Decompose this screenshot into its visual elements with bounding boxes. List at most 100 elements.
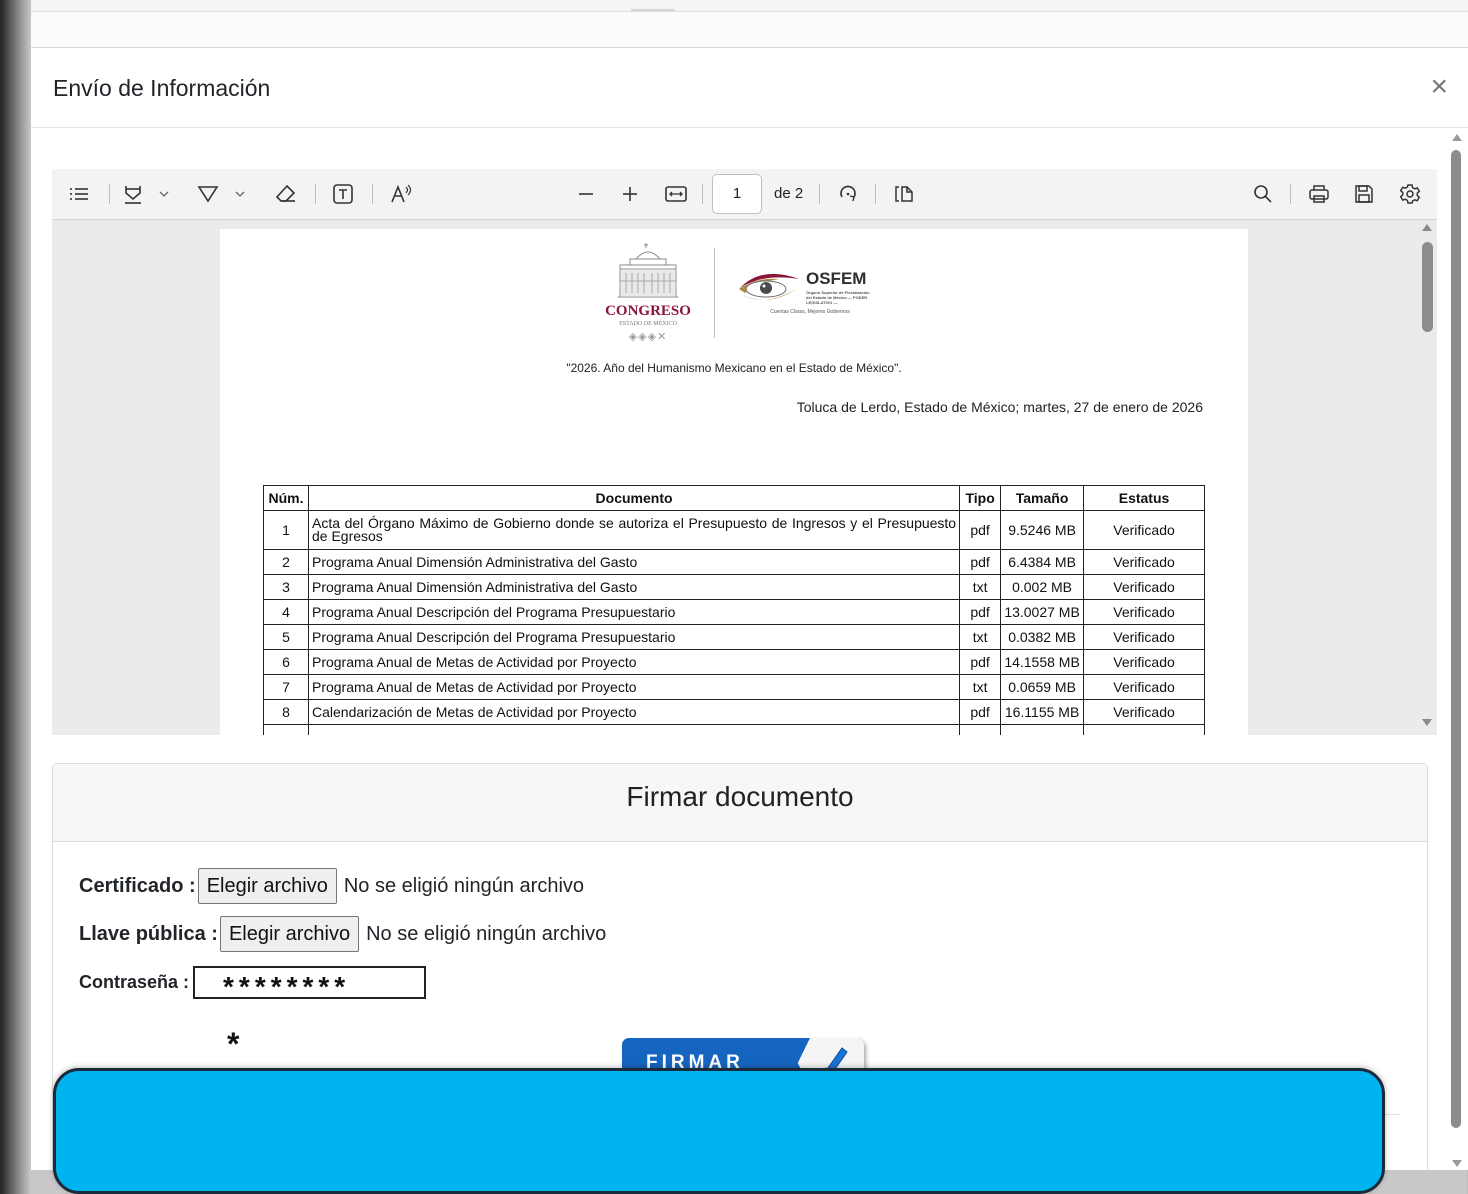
- modal-title: Envío de Información: [53, 75, 271, 101]
- page-number-input[interactable]: 1: [712, 174, 762, 214]
- table-row: 1 Acta del Órgano Máximo de Gobierno don…: [263, 510, 1205, 550]
- cell-tamano: 0.002 MB: [1000, 574, 1085, 600]
- scroll-down-arrow-icon[interactable]: [1422, 719, 1432, 726]
- cell-estatus: [1083, 724, 1205, 735]
- scroll-thumb[interactable]: [1422, 242, 1433, 332]
- password-input[interactable]: ********: [193, 965, 427, 999]
- zoom-in-icon[interactable]: [617, 182, 643, 206]
- highlight-icon[interactable]: [120, 182, 146, 206]
- page-total-label: de 2: [774, 185, 804, 202]
- table-header-row: Núm. Documento Tipo Tamaño Estatus: [263, 485, 1205, 511]
- page-view-icon[interactable]: [891, 182, 917, 206]
- toolbar-separator: [702, 184, 703, 204]
- modal-scrollbar[interactable]: [1449, 130, 1466, 1170]
- public-key-label: Llave pública :: [79, 922, 218, 945]
- cell-tamano: 0.0382 MB: [1000, 624, 1085, 650]
- certificate-file-status: No se eligió ningún archivo: [343, 874, 585, 897]
- cell-documento: Programa Anual Dimensión Administrativa …: [307, 549, 961, 575]
- fit-width-icon[interactable]: [663, 182, 689, 206]
- backdrop-band: [31, 12, 1468, 47]
- search-icon[interactable]: [1250, 182, 1276, 206]
- certificate-file-button[interactable]: Elegir archivo: [197, 868, 337, 904]
- public-key-file-button[interactable]: Elegir archivo: [219, 916, 360, 952]
- documents-table: Núm. Documento Tipo Tamaño Estatus 1 Act…: [263, 485, 1205, 735]
- header-logos: CONGRESO ESTADO DE MÉXICO ◈◈◈✕ OSFEM Órg…: [598, 241, 898, 349]
- congreso-building-logo: [618, 243, 678, 298]
- osfem-tagline: Cuentas Claras, Mejores Gobiernos: [770, 309, 850, 315]
- required-mark: *: [227, 1026, 240, 1062]
- osfem-eye-logo: [739, 273, 799, 300]
- zoom-out-icon[interactable]: [573, 182, 599, 206]
- modal-header: Envío de Información ×: [31, 48, 1468, 128]
- drag-grip[interactable]: [631, 9, 675, 11]
- table-row: 8 Calendarización de Metas de Actividad …: [263, 699, 1205, 725]
- cell-documento: Programa Anual de Metas de Actividad por…: [307, 674, 961, 700]
- scroll-down-arrow-icon[interactable]: [1452, 1160, 1462, 1167]
- cell-estatus: Verificado: [1083, 599, 1205, 625]
- toc-icon[interactable]: [66, 182, 92, 206]
- cell-tamano: 0.0659 MB: [1000, 674, 1085, 700]
- scroll-thumb[interactable]: [1451, 150, 1461, 1128]
- cell-num: 3: [263, 574, 309, 600]
- congreso-subtitle: ESTADO DE MÉXICO: [619, 321, 677, 327]
- scroll-up-arrow-icon[interactable]: [1452, 134, 1462, 141]
- toolbar-separator: [372, 184, 373, 204]
- cell-estatus: Verificado: [1083, 699, 1205, 725]
- pdf-scrollbar[interactable]: [1418, 220, 1437, 735]
- draw-icon[interactable]: [195, 182, 221, 206]
- scroll-up-arrow-icon[interactable]: [1422, 224, 1432, 231]
- motto-text: "2026. Año del Humanismo Mexicano en el …: [566, 361, 902, 375]
- cell-tamano: [1000, 724, 1085, 735]
- cell-num: 2: [263, 549, 309, 575]
- cell-documento: Programa Anual Dimensión Administrativa …: [307, 574, 961, 600]
- cell-tamano: 9.5246 MB: [1000, 510, 1085, 550]
- text-box-icon[interactable]: [330, 182, 356, 206]
- password-label: Contraseña :: [79, 971, 190, 992]
- header-tipo: Tipo: [959, 485, 1002, 511]
- osfem-name: OSFEM: [806, 269, 867, 288]
- cell-num: 1: [263, 510, 309, 550]
- place-date-text: Toluca de Lerdo, Estado de México; marte…: [796, 399, 1203, 415]
- toolbar-separator: [875, 184, 876, 204]
- cell-tipo: txt: [959, 674, 1002, 700]
- top-edge-strip: [31, 0, 1468, 12]
- cell-estatus: Verificado: [1083, 549, 1205, 575]
- modal-dialog: Envío de Información × 1 de 2 CONGRESO E…: [31, 47, 1468, 1170]
- chevron-down-icon[interactable]: [156, 182, 172, 206]
- sign-panel-header: Firmar documento: [53, 764, 1427, 842]
- toolbar-separator: [315, 184, 316, 204]
- cell-estatus: Verificado: [1083, 624, 1205, 650]
- password-row: Contraseña : ********: [79, 964, 427, 1000]
- save-icon[interactable]: [1351, 182, 1377, 206]
- read-aloud-icon[interactable]: [388, 182, 414, 206]
- table-row: 6 Programa Anual de Metas de Actividad p…: [263, 649, 1205, 675]
- header-num: Núm.: [263, 485, 309, 511]
- eraser-icon[interactable]: [273, 182, 299, 206]
- cell-tipo: txt: [959, 574, 1002, 600]
- cell-documento: Calendarización de Metas de Actividad po…: [307, 699, 961, 725]
- table-row: 4 Programa Anual Descripción del Program…: [263, 599, 1205, 625]
- congreso-name: CONGRESO: [605, 303, 691, 319]
- cell-documento: Programa Anual de Metas de Actividad por…: [307, 649, 961, 675]
- toolbar-separator: [819, 184, 820, 204]
- chevron-down-icon[interactable]: [232, 182, 248, 206]
- send-button[interactable]: [53, 1068, 1385, 1194]
- cell-documento: Programa Anual Descripción del Programa …: [307, 624, 961, 650]
- print-icon[interactable]: [1306, 182, 1332, 206]
- cell-estatus: Verificado: [1083, 510, 1205, 550]
- settings-icon[interactable]: [1397, 182, 1423, 206]
- close-icon[interactable]: ×: [1430, 72, 1448, 102]
- rotate-icon[interactable]: [835, 182, 861, 206]
- pdf-page-area[interactable]: CONGRESO ESTADO DE MÉXICO ◈◈◈✕ OSFEM Órg…: [52, 220, 1418, 735]
- cell-estatus: Verificado: [1083, 574, 1205, 600]
- cell-tamano: 14.1558 MB: [1000, 649, 1085, 675]
- sign-panel-title: Firmar documento: [626, 781, 854, 812]
- cell-documento: [307, 724, 961, 735]
- certificate-row: Certificado : Elegir archivo No se eligi…: [79, 868, 584, 904]
- logo-divider: [714, 248, 715, 338]
- cell-tipo: pdf: [959, 599, 1002, 625]
- osfem-description: Órgano Superior de Fiscalización del Est…: [806, 290, 870, 305]
- public-key-file-status: No se eligió ningún archivo: [366, 922, 607, 945]
- table-row: 5 Programa Anual Descripción del Program…: [263, 624, 1205, 650]
- cell-tipo: pdf: [959, 549, 1002, 575]
